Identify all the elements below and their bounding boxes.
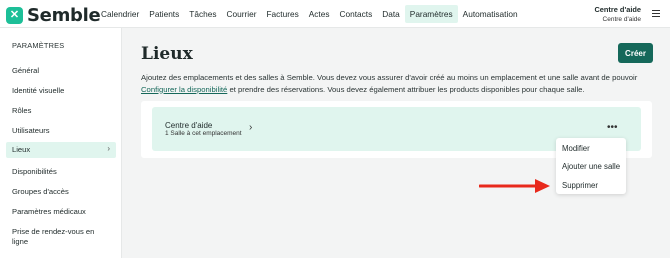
chevron-right-icon: › xyxy=(107,144,110,153)
account-switcher[interactable]: Centre d'aide Centre d'aide xyxy=(594,5,641,23)
nav-item-actes[interactable]: Actes xyxy=(304,5,335,23)
nav-item-parametres[interactable]: Paramètres xyxy=(404,5,458,23)
create-button[interactable]: Créer xyxy=(618,43,653,63)
nav-item-calendrier[interactable]: Calendrier xyxy=(96,5,144,23)
top-navigation-bar: ✕ Semble Calendrier Patients Tâches Cour… xyxy=(0,0,670,28)
sidebar-item-prise-rdv-en-ligne[interactable]: Prise de rendez-vous en ligne xyxy=(6,224,106,250)
account-sub: Centre d'aide xyxy=(602,16,641,23)
sidebar-item-groupes-acces[interactable]: Groupes d'accès xyxy=(6,184,116,200)
sidebar-item-identite-visuelle[interactable]: Identité visuelle xyxy=(6,83,116,99)
nav-item-automatisation[interactable]: Automatisation xyxy=(458,5,523,23)
description-text-1: Ajoutez des emplacements et des salles à… xyxy=(141,73,638,82)
sidebar-title: PARAMÈTRES xyxy=(12,41,65,50)
configure-availability-link[interactable]: Configurer la disponibilité xyxy=(141,85,227,94)
page-description: Ajoutez des emplacements et des salles à… xyxy=(141,72,661,95)
nav-item-patients[interactable]: Patients xyxy=(144,5,184,23)
description-text-2: et prendre des réservations. Vous devez … xyxy=(227,84,585,94)
chevron-right-icon[interactable]: › xyxy=(249,122,252,133)
nav-item-contacts[interactable]: Contacts xyxy=(335,5,378,23)
main-nav: Calendrier Patients Tâches Courrier Fact… xyxy=(96,5,523,23)
brand-logo[interactable]: ✕ Semble xyxy=(6,5,101,26)
sidebar-item-general[interactable]: Général xyxy=(6,63,116,79)
hamburger-menu-icon[interactable] xyxy=(652,10,660,17)
nav-item-factures[interactable]: Factures xyxy=(261,5,303,23)
menu-item-supprimer[interactable]: Supprimer xyxy=(562,181,598,190)
location-actions-menu: Modifier Ajouter une salle Supprimer xyxy=(556,138,626,194)
menu-item-ajouter-salle[interactable]: Ajouter une salle xyxy=(562,162,620,171)
brand-name: Semble xyxy=(27,5,101,26)
location-rooms-count: 1 Salle à cet emplacement xyxy=(165,130,242,137)
sidebar-item-utilisateurs[interactable]: Utilisateurs xyxy=(6,123,116,139)
annotation-arrow-icon xyxy=(479,179,550,193)
nav-item-courrier[interactable]: Courrier xyxy=(221,5,261,23)
more-options-icon[interactable]: ••• xyxy=(607,122,618,133)
semble-logo-icon: ✕ xyxy=(6,7,23,24)
sidebar-item-disponibilites[interactable]: Disponibilités xyxy=(6,164,116,180)
menu-item-modifier[interactable]: Modifier xyxy=(562,144,590,153)
nav-item-data[interactable]: Data xyxy=(377,5,405,23)
sidebar-item-lieux[interactable]: Lieux › xyxy=(6,142,116,158)
page-title: Lieux xyxy=(141,44,193,64)
sidebar-item-label: Lieux xyxy=(12,145,31,154)
account-name: Centre d'aide xyxy=(594,5,641,14)
settings-sidebar: PARAMÈTRES Général Identité visuelle Rôl… xyxy=(0,28,122,258)
location-name: Centre d'aide xyxy=(165,121,213,130)
sidebar-item-roles[interactable]: Rôles xyxy=(6,103,116,119)
sidebar-item-parametres-medicaux[interactable]: Paramètres médicaux xyxy=(6,204,116,220)
nav-item-taches[interactable]: Tâches xyxy=(184,5,221,23)
